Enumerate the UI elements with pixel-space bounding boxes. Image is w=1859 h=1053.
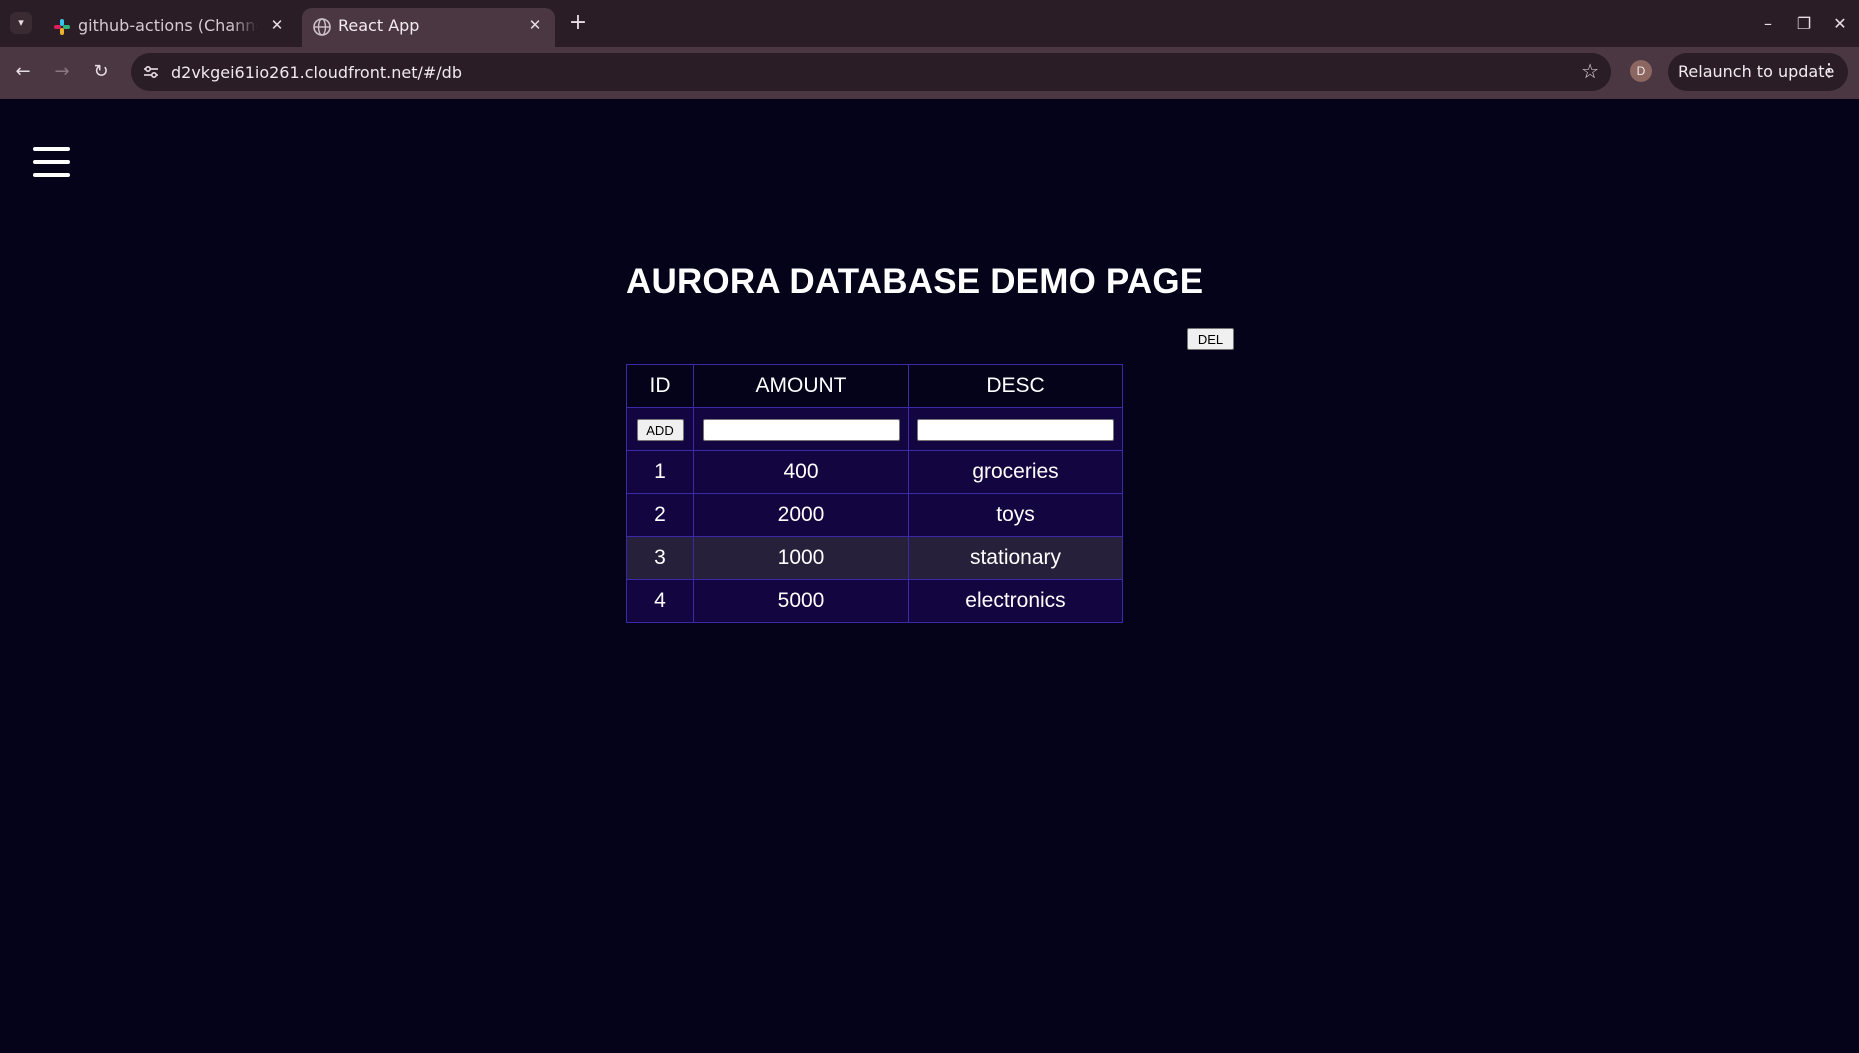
header-desc: DESC (908, 364, 1123, 408)
reload-icon[interactable]: ↻ (88, 59, 114, 85)
cell-desc: stationary (908, 536, 1123, 580)
data-table: ID AMOUNT DESC ADD 1 400 groceries 2 200… (626, 364, 1123, 623)
relaunch-label: Relaunch to update (1678, 62, 1835, 81)
tab-slack[interactable]: github-actions (Channel) - Slack ✕ (42, 8, 297, 47)
table-row[interactable]: 4 5000 electronics (626, 579, 1123, 623)
tab-bar: ▾ github-actions (Channel) - Slack ✕ Rea… (0, 0, 1859, 47)
bookmark-star-icon[interactable]: ☆ (1581, 59, 1599, 84)
browser-toolbar: ← → ↻ d2vkgei61io261.cloudfront.net/#/db… (0, 47, 1859, 99)
header-amount: AMOUNT (693, 364, 909, 408)
del-button[interactable]: DEL (1187, 328, 1234, 350)
table-header-row: ID AMOUNT DESC (626, 364, 1123, 408)
close-tab-icon[interactable]: ✕ (267, 15, 287, 35)
relaunch-button[interactable]: Relaunch to update ⋮ (1668, 53, 1848, 91)
desc-input-cell (908, 407, 1123, 451)
cell-amount: 400 (693, 450, 909, 494)
close-tab-icon[interactable]: ✕ (525, 15, 545, 35)
cell-desc: toys (908, 493, 1123, 537)
tab-react-app[interactable]: React App ✕ (302, 8, 555, 47)
cell-amount: 5000 (693, 579, 909, 623)
tab-title: github-actions (Channel) - Slack (78, 16, 258, 35)
tab-search-icon[interactable]: ▾ (10, 12, 32, 34)
page-title: AURORA DATABASE DEMO PAGE (626, 262, 1204, 301)
amount-input-cell (693, 407, 909, 451)
forward-icon[interactable]: → (49, 59, 75, 85)
new-tab-icon[interactable]: + (566, 12, 590, 36)
address-bar[interactable]: d2vkgei61io261.cloudfront.net/#/db ☆ (131, 53, 1611, 91)
tab-title: React App (338, 16, 420, 35)
slack-icon (54, 19, 70, 35)
url-text: d2vkgei61io261.cloudfront.net/#/db (171, 63, 462, 82)
table-row[interactable]: 2 2000 toys (626, 493, 1123, 537)
add-row: ADD (626, 407, 1123, 451)
desc-input[interactable] (917, 419, 1114, 442)
table-row[interactable]: 1 400 groceries (626, 450, 1123, 494)
add-button[interactable]: ADD (636, 419, 684, 442)
table-row[interactable]: 3 1000 stationary (626, 536, 1123, 580)
hamburger-menu-icon[interactable] (33, 147, 70, 177)
add-cell: ADD (626, 407, 694, 451)
cell-id: 3 (626, 536, 694, 580)
more-menu-icon[interactable]: ⋮ (1820, 60, 1838, 81)
amount-input[interactable] (702, 419, 900, 442)
cell-amount: 2000 (693, 493, 909, 537)
cell-desc: electronics (908, 579, 1123, 623)
header-id: ID (626, 364, 694, 408)
back-icon[interactable]: ← (10, 59, 36, 85)
profile-avatar[interactable]: D (1630, 60, 1652, 82)
cell-amount: 1000 (693, 536, 909, 580)
cell-id: 1 (626, 450, 694, 494)
site-settings-icon[interactable] (141, 62, 161, 82)
cell-desc: groceries (908, 450, 1123, 494)
close-window-icon[interactable]: ✕ (1828, 12, 1852, 36)
minimize-icon[interactable]: – (1756, 12, 1780, 36)
globe-icon (313, 18, 331, 36)
cell-id: 4 (626, 579, 694, 623)
cell-id: 2 (626, 493, 694, 537)
restore-icon[interactable]: ❐ (1792, 12, 1816, 36)
